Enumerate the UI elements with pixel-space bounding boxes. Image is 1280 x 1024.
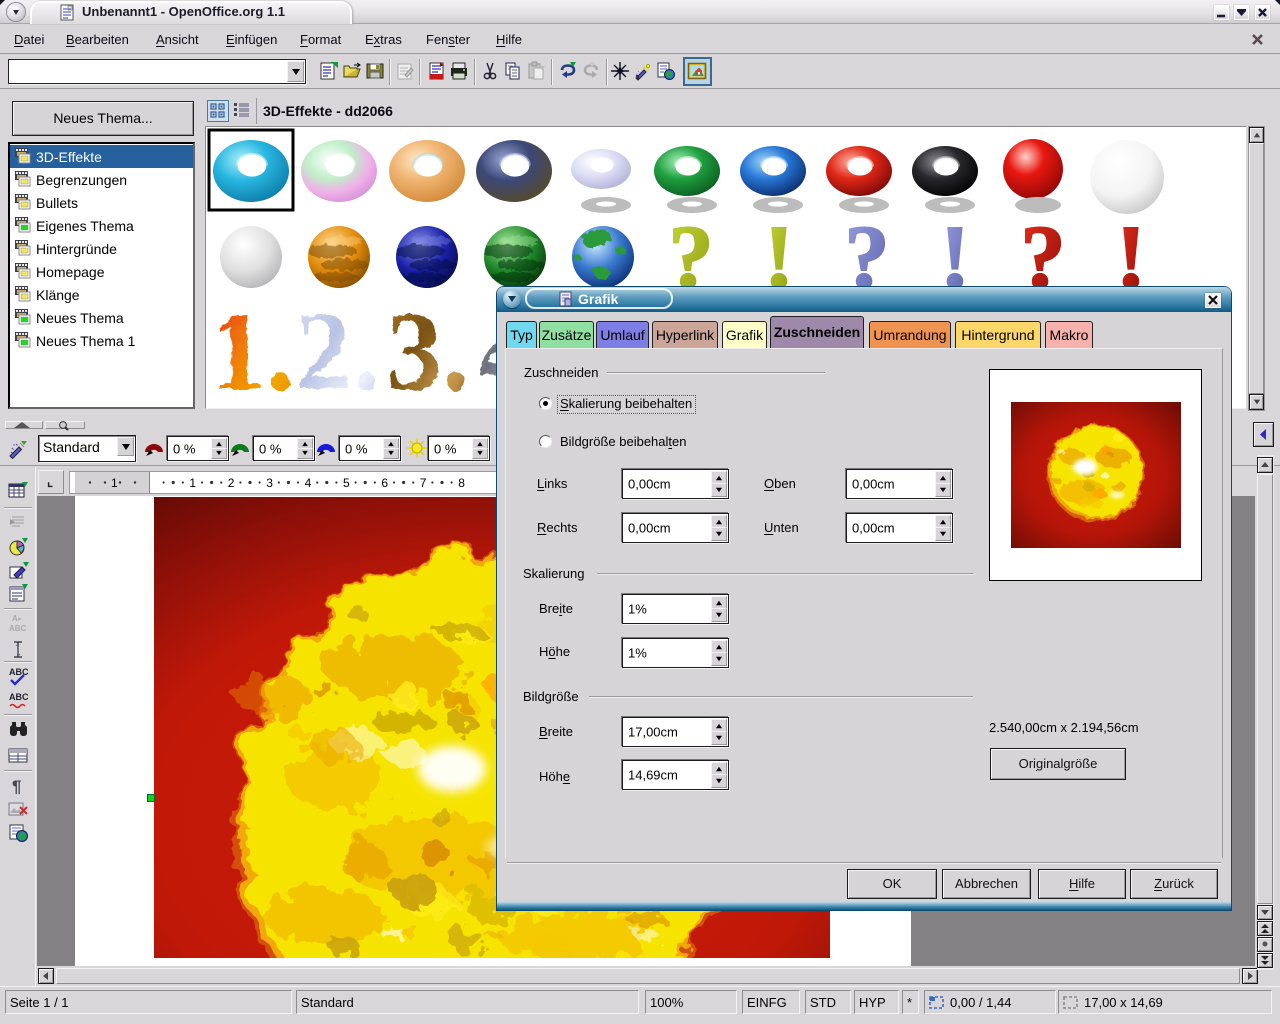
svg-text:4: 4 [305, 476, 312, 490]
svg-text:7: 7 [420, 476, 427, 490]
svg-text:A: A [12, 614, 18, 623]
svg-text:8: 8 [458, 476, 465, 490]
svg-text:5: 5 [343, 476, 350, 490]
svg-text:2.: 2. [296, 290, 380, 409]
svg-text:ABC: ABC [9, 624, 27, 633]
svg-text:1: 1 [189, 476, 196, 490]
svg-text:3.: 3. [386, 290, 470, 409]
svg-text:6: 6 [381, 476, 388, 490]
svg-text:1: 1 [111, 476, 118, 490]
svg-text:2: 2 [228, 476, 235, 490]
svg-text:ABC: ABC [9, 692, 29, 702]
svg-text:1.: 1. [210, 290, 294, 409]
svg-text:ABC: ABC [9, 667, 29, 677]
svg-text:3: 3 [266, 476, 273, 490]
svg-text:¶: ¶ [12, 777, 21, 796]
